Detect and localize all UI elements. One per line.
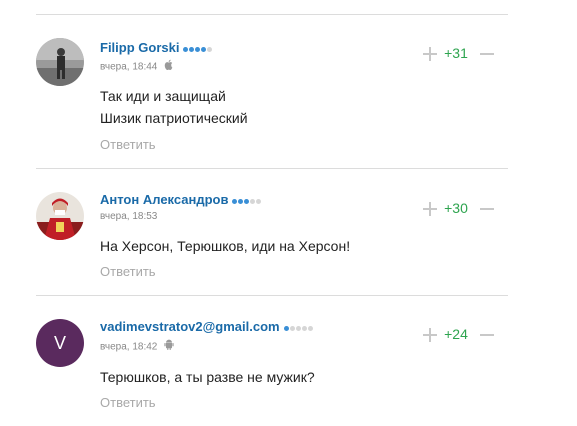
rating-dot-filled [183, 47, 189, 53]
rating-dot-empty [256, 199, 262, 205]
comment-line: Шизик патриотический [100, 110, 248, 126]
comment-line: Так иди и защищай [100, 88, 226, 104]
comment-author[interactable]: Антон Александров [100, 192, 262, 208]
comment-author[interactable]: vadimevstratov2@gmail.com [100, 319, 314, 335]
comment-item: Filipp Gorski вчера, 18:44 Так иди и защ… [0, 14, 577, 152]
avatar[interactable] [36, 192, 84, 240]
rating-dot-filled [238, 199, 244, 205]
rating-dot-empty [250, 199, 256, 205]
rating-dot-filled [283, 326, 289, 332]
reply-button[interactable]: Ответить [100, 395, 156, 410]
comment-line: На Херсон, Терюшков, иди на Херсон! [100, 238, 351, 254]
rating-dot-empty [207, 47, 213, 53]
rating-dot-filled [232, 199, 238, 205]
comment-text: На Херсон, Терюшков, иди на Херсон! [100, 235, 350, 257]
comment-item: Антон Александров вчера, 18:53 На Херсон… [0, 168, 577, 298]
comment-time: вчера, 18:44 [100, 61, 158, 73]
downvote-icon[interactable] [480, 47, 494, 61]
comment-meta: вчера, 18:42 [100, 339, 174, 354]
comment-time: вчера, 18:42 [100, 341, 158, 353]
comment-score: +31 [444, 45, 468, 61]
author-name[interactable]: vadimevstratov2@gmail.com [100, 319, 280, 334]
comment-meta: вчера, 18:44 [100, 59, 174, 74]
upvote-icon[interactable] [423, 47, 437, 61]
reply-button[interactable]: Ответить [100, 264, 156, 279]
rating-dot-empty [301, 326, 307, 332]
user-rating-dots [232, 192, 262, 207]
comment-line: Терюшков, а ты разве не мужик? [100, 369, 315, 385]
rating-dot-empty [307, 326, 313, 332]
user-rating-dots [283, 319, 314, 334]
apple-icon [164, 59, 174, 73]
rating-dot-filled [195, 47, 201, 53]
rating-dot-empty [289, 326, 295, 332]
comment-score: +30 [444, 200, 468, 216]
author-name[interactable]: Filipp Gorski [100, 40, 179, 55]
comment-score: +24 [444, 326, 468, 342]
comment-author[interactable]: Filipp Gorski [100, 40, 213, 56]
avatar[interactable]: V [36, 319, 84, 367]
comment-item: V vadimevstratov2@gmail.com вчера, 18:42… [0, 295, 577, 425]
comment-meta: вчера, 18:53 [100, 211, 157, 222]
rating-dot-filled [244, 199, 250, 205]
reply-button[interactable]: Ответить [100, 137, 156, 152]
avatar[interactable] [36, 38, 84, 86]
comment-time: вчера, 18:53 [100, 211, 158, 222]
android-icon [164, 339, 174, 353]
rating-dot-empty [295, 326, 301, 332]
rating-dot-filled [201, 47, 207, 53]
user-rating-dots [183, 40, 213, 55]
comment-text: Терюшков, а ты разве не мужик? [100, 366, 315, 388]
upvote-icon[interactable] [423, 202, 437, 216]
author-name[interactable]: Антон Александров [100, 192, 228, 207]
downvote-icon[interactable] [480, 202, 494, 216]
upvote-icon[interactable] [423, 328, 437, 342]
rating-dot-filled [189, 47, 195, 53]
comment-text: Так иди и защищай Шизик патриотический [100, 85, 248, 129]
downvote-icon[interactable] [480, 328, 494, 342]
